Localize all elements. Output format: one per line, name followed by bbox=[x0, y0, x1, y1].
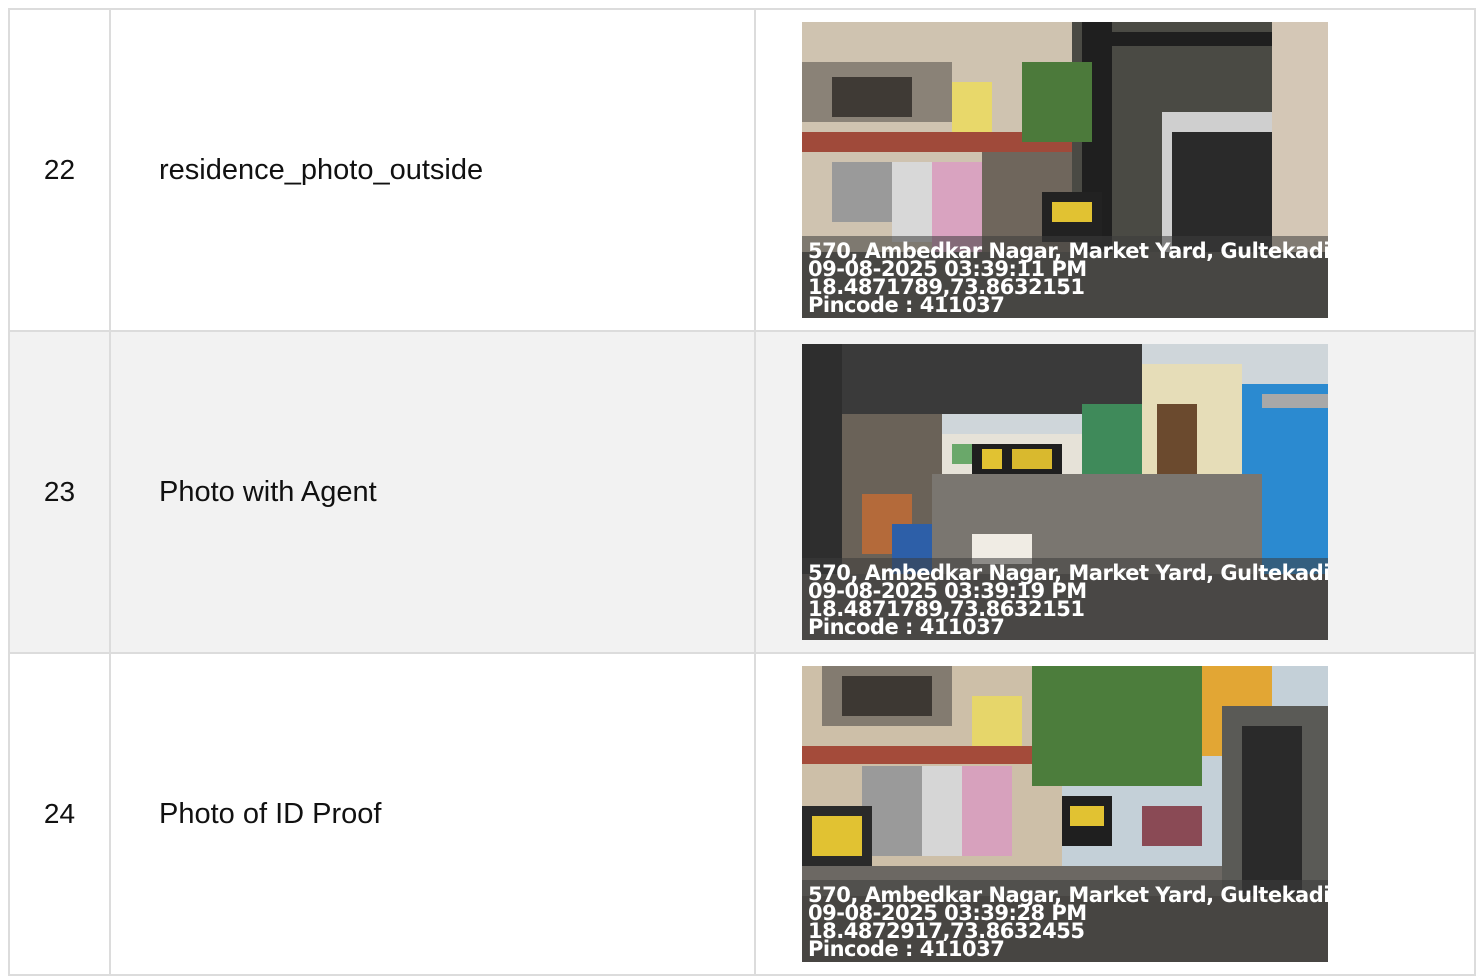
photo-table: 22 residence_photo_outside 570, Ambedkar… bbox=[8, 8, 1476, 976]
agent-photo[interactable]: 570, Ambedkar Nagar, Market Yard, Gultek… bbox=[802, 344, 1328, 640]
residence-photo[interactable]: 570, Ambedkar Nagar, Market Yard, Gultek… bbox=[802, 22, 1328, 318]
photo-cell: 570, Ambedkar Nagar, Market Yard, Gultek… bbox=[756, 10, 1476, 330]
table-row: 22 residence_photo_outside 570, Ambedkar… bbox=[10, 10, 1476, 332]
photo-geotag-overlay: 570, Ambedkar Nagar, Market Yard, Gultek… bbox=[802, 558, 1328, 640]
photo-geotag-overlay: 570, Ambedkar Nagar, Market Yard, Gultek… bbox=[802, 236, 1328, 318]
table-row: 24 Photo of ID Proof 570, Ambedkar Nagar… bbox=[10, 654, 1476, 976]
row-number: 23 bbox=[10, 332, 111, 652]
row-label: Photo of ID Proof bbox=[111, 654, 756, 974]
row-label: residence_photo_outside bbox=[111, 10, 756, 330]
photo-geotag-overlay: 570, Ambedkar Nagar, Market Yard, Gultek… bbox=[802, 880, 1328, 962]
photo-cell: 570, Ambedkar Nagar, Market Yard, Gultek… bbox=[756, 654, 1476, 974]
id-proof-photo[interactable]: 570, Ambedkar Nagar, Market Yard, Gultek… bbox=[802, 666, 1328, 962]
table-row: 23 Photo with Agent 570, Ambedkar Nagar,… bbox=[10, 332, 1476, 654]
row-label: Photo with Agent bbox=[111, 332, 756, 652]
row-number: 22 bbox=[10, 10, 111, 330]
photo-cell: 570, Ambedkar Nagar, Market Yard, Gultek… bbox=[756, 332, 1476, 652]
row-number: 24 bbox=[10, 654, 111, 974]
